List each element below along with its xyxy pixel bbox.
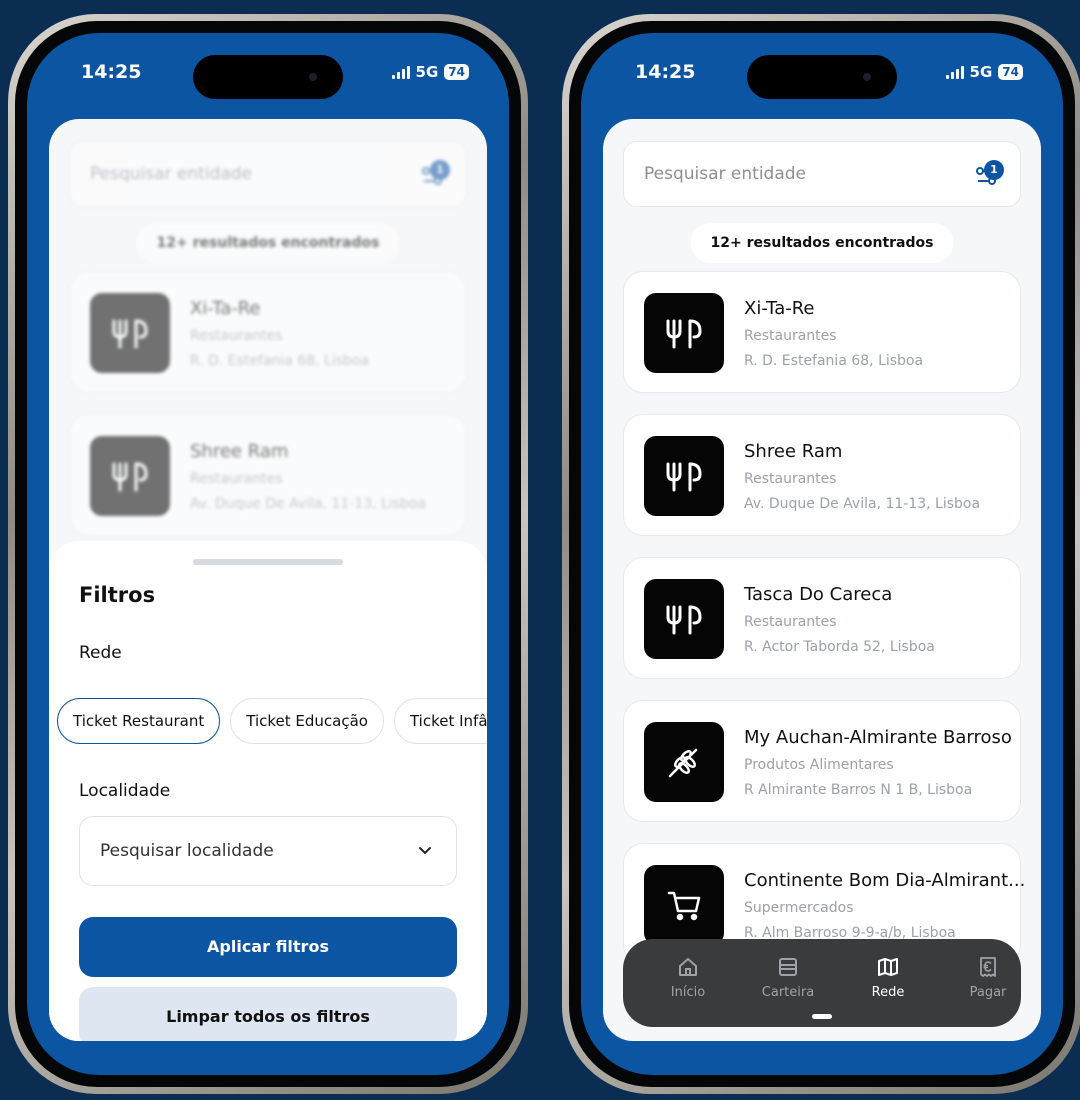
sheet-drag-handle[interactable] (193, 559, 343, 565)
tab-inicio[interactable]: Início (643, 955, 733, 1000)
tab-rede[interactable]: Rede (843, 955, 933, 1000)
network-label: 5G (415, 63, 439, 81)
battery-icon: 74 (444, 64, 469, 80)
dynamic-island (747, 55, 897, 99)
apply-filters-button[interactable]: Aplicar filtros (79, 917, 457, 977)
filter-count-badge: 1 (984, 160, 1004, 180)
tab-label: Pagar (969, 985, 1007, 1000)
fork-knife-icon (644, 436, 724, 516)
entity-category: Restaurantes (190, 328, 283, 344)
filter-count-badge: 1 (430, 160, 450, 180)
entity-address: R Almirante Barros N 1 B, Lisboa (744, 782, 973, 798)
status-bar: 14:25 5G 74 (27, 33, 509, 113)
dynamic-island (193, 55, 343, 99)
euro-receipt-icon (980, 957, 996, 977)
entity-category: Restaurantes (744, 614, 837, 630)
tab-pagar[interactable]: Pagar (943, 955, 1033, 1000)
filters-title: Filtros (79, 583, 156, 607)
wheat-icon (644, 722, 724, 802)
search-placeholder: Pesquisar entidade (90, 164, 252, 184)
clear-filters-button[interactable]: Limpar todos os filtros (79, 987, 457, 1041)
status-bar: 14:25 5G 74 (581, 33, 1063, 113)
locality-filter-label: Localidade (79, 781, 171, 801)
entity-address: R. Actor Taborda 52, Lisboa (744, 639, 935, 655)
home-icon (679, 958, 697, 976)
signal-icon (945, 65, 964, 79)
entity-address: Av. Duque De Avila, 11-13, Lisboa (744, 496, 981, 512)
cart-icon (644, 865, 724, 945)
tab-label: Início (670, 985, 706, 1000)
wallet-icon (779, 958, 797, 976)
entity-name: Shree Ram (744, 441, 843, 462)
network-label: 5G (969, 63, 993, 81)
list-item[interactable]: My Auchan-Almirante Barroso Produtos Ali… (623, 700, 1021, 822)
list-item[interactable]: Shree Ram Restaurantes Av. Duque De Avil… (623, 414, 1021, 536)
entity-name: Shree Ram (190, 441, 289, 462)
tab-carteira[interactable]: Carteira (743, 955, 833, 1000)
tab-label: Carteira (761, 985, 815, 1000)
entity-category: Restaurantes (744, 328, 837, 344)
results-count: 12+ resultados encontrados (690, 223, 954, 263)
entity-name: Tasca Do Careca (744, 584, 893, 605)
map-icon (878, 958, 898, 976)
phone-left: 14:25 5G 74 Pesquisar entidade 1 12+ res… (8, 14, 528, 1094)
search-placeholder: Pesquisar entidade (644, 164, 806, 184)
network-filter-label: Rede (79, 643, 122, 663)
chevron-down-icon (419, 847, 431, 855)
fork-knife-icon (644, 293, 724, 373)
network-chips: Ticket Restaurant Ticket Educação Ticket I… (57, 698, 487, 746)
fork-knife-icon (644, 579, 724, 659)
locality-placeholder: Pesquisar localidade (100, 841, 274, 861)
signal-icon (391, 65, 410, 79)
list-item[interactable]: Shree Ram Restaurantes Av. Duque De Avil… (69, 414, 467, 536)
entity-category: Supermercados (744, 900, 854, 916)
entity-name: Xi-Ta-Re (744, 298, 815, 319)
entity-address: R. D. Estefania 68, Lisboa (744, 353, 924, 369)
chip-ticket-restaurant[interactable]: Ticket Restaurant (57, 698, 221, 744)
results-panel: Pesquisar entidade 1 12+ resultados enco… (603, 119, 1041, 1041)
screen-results: 14:25 5G 74 Pesquisar entidade 1 12+ res… (581, 33, 1063, 1075)
list-item[interactable]: Tasca Do Careca Restaurantes R. Actor Ta… (623, 557, 1021, 679)
entity-category: Produtos Alimentares (744, 757, 894, 773)
results-panel-background: Pesquisar entidade 1 12+ resultados enco… (49, 119, 487, 1041)
fork-knife-icon (90, 436, 170, 516)
filter-icon[interactable]: 1 (974, 160, 1004, 188)
entity-address: Av. Duque De Avila, 11-13, Lisboa (190, 496, 427, 512)
battery-icon: 74 (998, 64, 1023, 80)
entity-name: My Auchan-Almirante Barroso (744, 727, 1012, 748)
screen-filters: 14:25 5G 74 Pesquisar entidade 1 12+ res… (27, 33, 509, 1075)
filters-bottom-sheet: Filtros Rede Ticket Restaurant Ticket Edu… (49, 541, 487, 1041)
search-input[interactable]: Pesquisar entidade 1 (623, 141, 1021, 207)
chip-ticket-educacao[interactable]: Ticket Educação (230, 698, 384, 744)
entity-category: Restaurantes (744, 471, 837, 487)
locality-select[interactable]: Pesquisar localidade (79, 816, 457, 886)
bottom-tab-bar: Início Carteira Rede Pagar (623, 939, 1021, 1027)
list-item[interactable]: Xi-Ta-Re Restaurantes R. D. Estefania 68… (69, 271, 467, 393)
list-item[interactable]: Xi-Ta-Re Restaurantes R. D. Estefania 68… (623, 271, 1021, 393)
fork-knife-icon (90, 293, 170, 373)
filter-icon[interactable]: 1 (420, 160, 450, 188)
tab-label: Rede (871, 985, 905, 1000)
entity-category: Restaurantes (190, 471, 283, 487)
status-time: 14:25 (635, 61, 696, 83)
entity-name: Xi-Ta-Re (190, 298, 261, 319)
entity-name: Continente Bom Dia-Almirant... (744, 870, 1026, 891)
active-tab-indicator (812, 1014, 832, 1019)
entity-address: R. D. Estefania 68, Lisboa (190, 353, 370, 369)
status-time: 14:25 (81, 61, 142, 83)
search-input[interactable]: Pesquisar entidade 1 (69, 141, 467, 207)
phone-right: 14:25 5G 74 Pesquisar entidade 1 12+ res… (562, 14, 1080, 1094)
results-count: 12+ resultados encontrados (136, 223, 400, 263)
chip-ticket-infancia[interactable]: Ticket Infância (393, 698, 487, 744)
